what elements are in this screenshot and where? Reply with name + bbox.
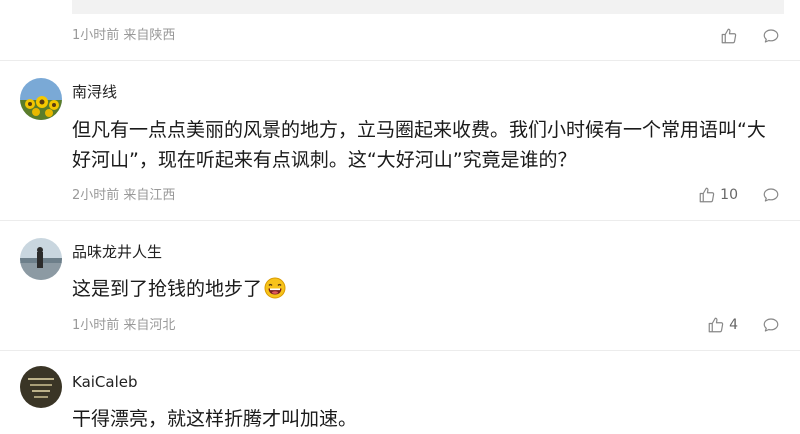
thumb-up-icon: [698, 186, 716, 204]
reply-button[interactable]: [762, 186, 780, 204]
divider: [0, 220, 800, 221]
comment-meta: 1小时前 来自陕西: [72, 28, 176, 43]
comment-text: 干得漂亮，就这样折腾才叫加速。: [72, 408, 358, 430]
comment-bubble-icon: [762, 27, 780, 45]
comment-actions: [720, 27, 780, 45]
comment-actions: 10: [698, 186, 780, 204]
avatar[interactable]: [20, 238, 62, 280]
comment-text-body: 这是到了抢钱的地步了: [72, 278, 263, 300]
thumb-up-icon: [707, 316, 725, 334]
comment-username[interactable]: KaiCaleb: [72, 372, 138, 392]
reply-button[interactable]: [762, 27, 780, 45]
like-count: 4: [729, 317, 738, 333]
comment-meta: 1小时前 来自河北: [72, 318, 176, 333]
like-button[interactable]: [720, 27, 738, 45]
laughing-emoji-icon: [264, 277, 286, 308]
reply-button[interactable]: [762, 316, 780, 334]
like-count: 10: [720, 187, 738, 203]
comment-text: 但凡有一点点美丽的风景的地方，立马圈起来收费。我们小时候有一个常用语叫“大好河山…: [72, 119, 766, 171]
comment-text: 这是到了抢钱的地步了: [72, 274, 772, 308]
previous-reply-box: [72, 0, 784, 14]
divider: [0, 350, 800, 351]
comment-bubble-icon: [762, 316, 780, 334]
comment-bubble-icon: [762, 186, 780, 204]
avatar[interactable]: [20, 366, 62, 408]
comment-username[interactable]: 品味龙井人生: [72, 242, 162, 262]
divider: [0, 60, 800, 61]
comment-username[interactable]: 南浔线: [72, 82, 117, 102]
thumb-up-icon: [720, 27, 738, 45]
comment-meta: 2小时前 来自江西: [72, 188, 176, 203]
like-button[interactable]: 4: [707, 316, 738, 334]
avatar[interactable]: [20, 78, 62, 120]
comment-actions: 4: [707, 316, 780, 334]
like-button[interactable]: 10: [698, 186, 738, 204]
